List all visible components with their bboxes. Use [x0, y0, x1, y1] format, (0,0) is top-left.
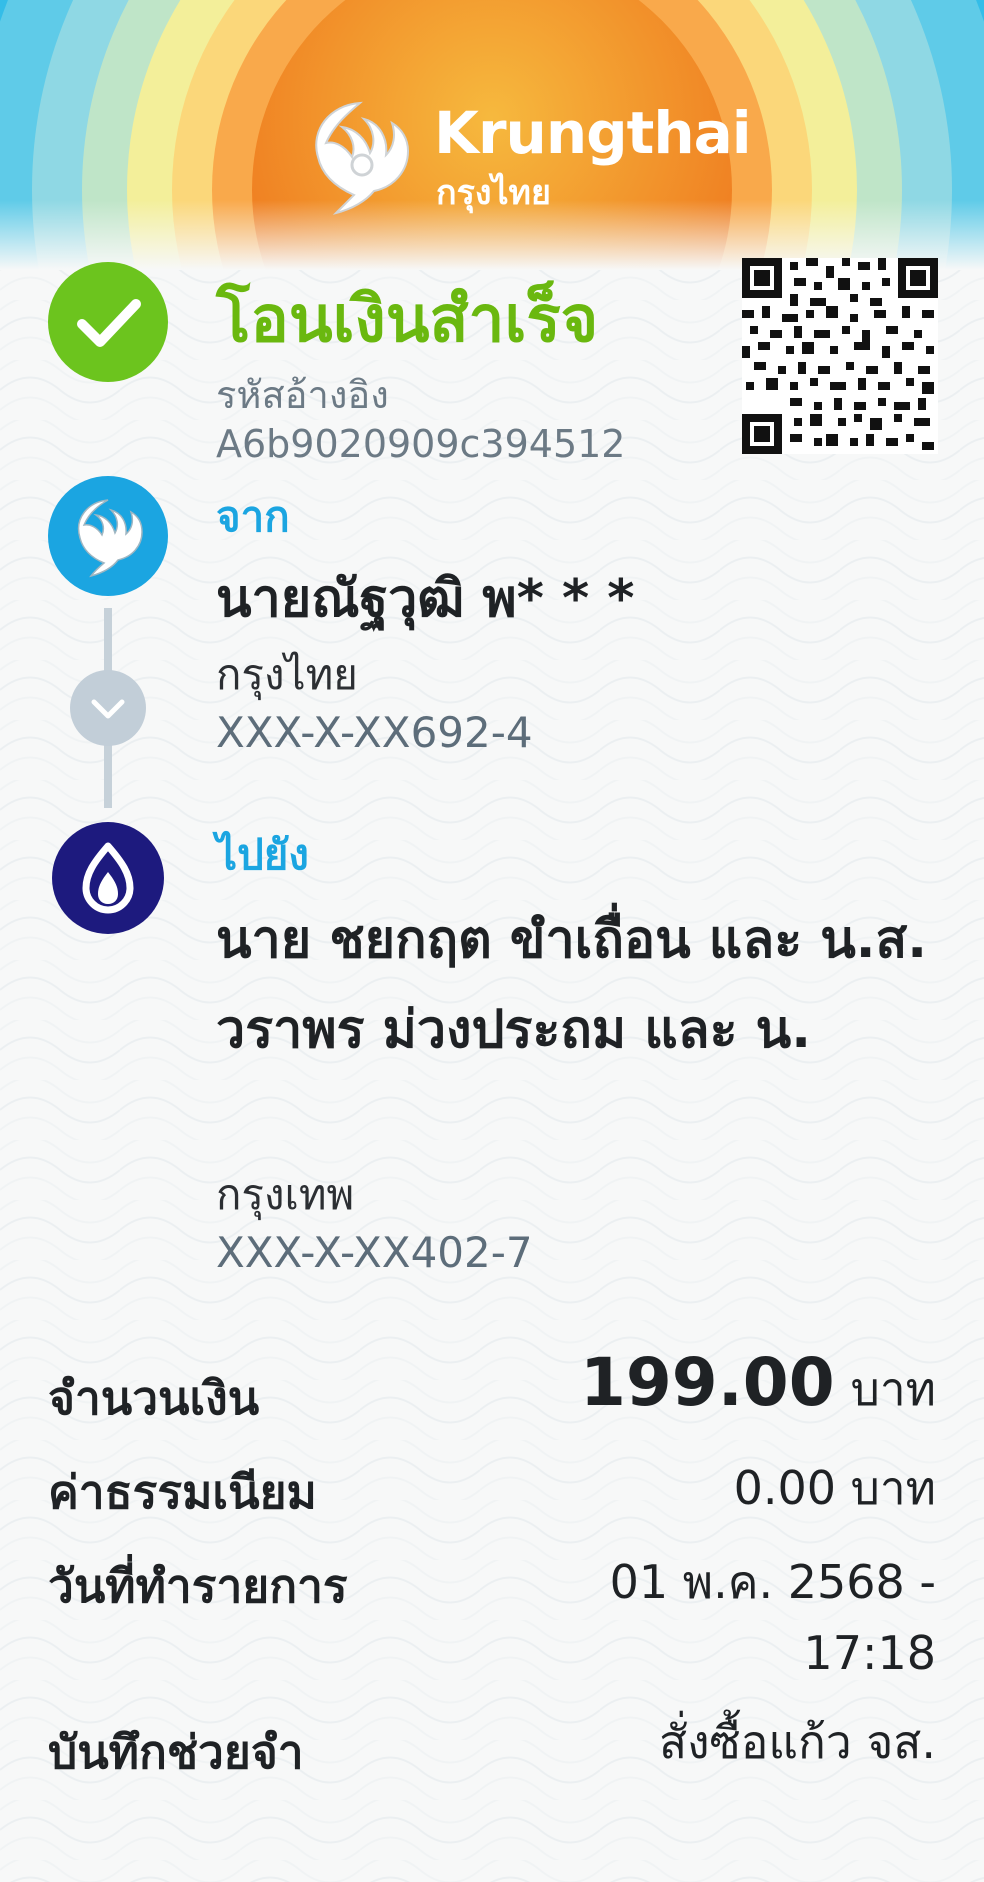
date-value: 01 พ.ค. 2568 - [609, 1555, 936, 1609]
krungthai-bird-icon [48, 476, 168, 596]
status-title: โอนเงินสำเร็จ [216, 283, 599, 357]
amount-value: 199.00 [579, 1344, 835, 1421]
amount-unit: บาท [850, 1362, 936, 1416]
qr-code[interactable] [742, 258, 938, 454]
to-account-name: นาย ชยกฤต ขำเถื่อน และ น.ส. วราพร ม่วงปร… [216, 910, 928, 1060]
to-bank-name: กรุงเทพ [216, 1170, 355, 1219]
fee-label: ค่าธรรมเนียม [48, 1465, 317, 1519]
from-bank-name: กรุงไทย [216, 650, 358, 699]
memo-label: บันทึกช่วยจำ [48, 1725, 304, 1779]
fee-value: 0.00 บาท [733, 1461, 936, 1515]
krungthai-bird-icon [315, 101, 410, 215]
reference-label: รหัสอ้างอิง [216, 373, 389, 417]
memo-value: สั่งซื้อแก้ว จส. [659, 1715, 936, 1769]
check-icon [48, 262, 168, 382]
amount-value-group: 199.00 บาท [580, 1344, 936, 1426]
brand-thai-name: กรุงไทย [436, 173, 551, 213]
to-account-number: XXX-X-XX402-7 [216, 1228, 533, 1277]
bangkok-bank-lotus-icon [52, 822, 164, 934]
chevron-down-icon [70, 670, 146, 746]
amount-label: จำนวนเงิน [48, 1371, 260, 1425]
header-banner: Krungthai กรุงไทย [0, 0, 984, 270]
to-label: ไปยัง [216, 830, 309, 879]
time-value: 17:18 [803, 1626, 936, 1680]
date-label: วันที่ทำรายการ [48, 1559, 348, 1613]
reference-value: A6b9020909c394512 [216, 422, 626, 466]
slip-page: Krungthai กรุงไทย โอนเงินสำเร็จ รหัสอ้าง… [0, 0, 984, 1882]
from-account-name: นายณัฐวุฒิ พ* * * [216, 569, 635, 629]
brand-name: Krungthai [434, 99, 752, 167]
krungthai-logo: Krungthai กรุงไทย [300, 95, 752, 225]
from-label: จาก [216, 492, 290, 541]
from-account-number: XXX-X-XX692-4 [216, 708, 533, 757]
